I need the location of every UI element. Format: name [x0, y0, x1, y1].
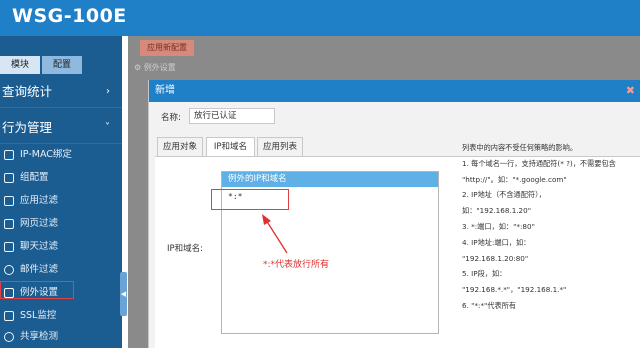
- breadcrumb: ⚙ 例外设置: [134, 63, 176, 72]
- chevron-down-icon: ˅: [105, 122, 110, 133]
- menu-section-label: 查询统计: [2, 84, 53, 99]
- sidebar-item-group-config[interactable]: 组配置: [0, 167, 122, 189]
- tab-modules[interactable]: 模块: [0, 56, 40, 74]
- sidebar-item-mail-filter[interactable]: 邮件过滤: [0, 259, 122, 281]
- sidebar-item-label: SSL监控: [20, 310, 57, 321]
- menu-section-query-stats[interactable]: 查询统计 ›: [0, 76, 122, 108]
- help-line: 5. IP段，如：: [462, 269, 507, 279]
- dialog-title: 新增: [155, 85, 175, 96]
- sidebar-item-chat-filter[interactable]: 聊天过滤: [0, 236, 122, 258]
- help-line: 6. "*:*"代表所有: [462, 300, 517, 310]
- help-line: 3. *:端口，如："*:80": [462, 221, 535, 231]
- share-icon: [4, 332, 14, 342]
- at-icon: [4, 265, 14, 275]
- help-line: 2. IP地址（不含通配符），: [462, 190, 546, 200]
- apply-config-button[interactable]: 应用新配置: [140, 40, 194, 56]
- menu-section-label: 行为管理: [2, 120, 53, 135]
- help-line: 4. IP地址:端口，如：: [462, 237, 531, 247]
- sidebar: 模块 配置 查询统计 › 行为管理 ˅ IP-MAC绑定 组配置 应用过滤 网页…: [0, 36, 122, 348]
- tab-apply-target[interactable]: 应用对象: [157, 137, 203, 157]
- filter-icon: [4, 196, 14, 206]
- dialog-title-bar: 新增 ✖: [149, 80, 640, 102]
- sidebar-item-label: 组配置: [20, 172, 49, 183]
- shield-icon: [4, 150, 14, 160]
- tab-config[interactable]: 配置: [42, 56, 82, 74]
- annotation-box: [211, 189, 289, 210]
- sidebar-collapse-handle[interactable]: ◀: [120, 272, 127, 316]
- tab-app-list[interactable]: 应用列表: [257, 137, 303, 157]
- sidebar-item-label: 共享检测: [20, 331, 59, 342]
- sidebar-item-label: 网页过滤: [20, 218, 59, 229]
- tab-ip-domain[interactable]: IP和域名: [206, 137, 255, 157]
- help-line: 列表中的内容不受任何策略的影响。: [462, 143, 578, 152]
- sidebar-item-label: 聊天过滤: [20, 241, 59, 252]
- help-text: 列表中的内容不受任何策略的影响。 1. 每个域名一行，支持通配符(* ?)，不需…: [462, 140, 640, 314]
- help-line: "192.168.1.20:80": [462, 253, 529, 263]
- add-dialog: 新增 ✖ 名称: 放行已认证 应用对象 IP和域名 应用列表 IP和域名: 例外…: [148, 80, 640, 348]
- ip-box-title: 例外的IP和域名: [222, 172, 438, 187]
- sidebar-item-app-filter[interactable]: 应用过滤: [0, 190, 122, 212]
- ip-domain-label: IP和域名:: [167, 244, 203, 254]
- chat-icon: [4, 242, 14, 252]
- document-icon: [4, 219, 14, 229]
- sidebar-item-label: 邮件过滤: [20, 264, 59, 275]
- breadcrumb-label: 例外设置: [143, 63, 176, 72]
- help-line: 1. 每个域名一行，支持通配符(* ?)，不需要包含: [462, 158, 616, 168]
- chevron-right-icon: ›: [106, 86, 110, 97]
- lock-icon: [4, 311, 14, 321]
- sidebar-item-share-detect[interactable]: 共享检测: [0, 326, 122, 348]
- annotation-note: *:*代表放行所有: [263, 260, 330, 270]
- name-label: 名称:: [161, 113, 181, 123]
- top-bar: WSG-100E: [0, 0, 640, 36]
- help-line: "192.168.*.*"，"192.168.1.*": [462, 285, 567, 295]
- name-field[interactable]: 放行已认证: [189, 108, 275, 124]
- sidebar-item-web-filter[interactable]: 网页过滤: [0, 213, 122, 235]
- help-line: "http://"。如："*.google.com": [462, 174, 567, 184]
- menu-section-behavior-mgmt[interactable]: 行为管理 ˅: [0, 112, 122, 144]
- help-line: 如："192.168.1.20": [462, 206, 531, 216]
- sidebar-item-label: IP-MAC绑定: [20, 149, 72, 160]
- sidebar-item-label: 应用过滤: [20, 195, 59, 206]
- group-icon: [4, 173, 14, 183]
- sidebar-item-ip-mac[interactable]: IP-MAC绑定: [0, 144, 122, 166]
- close-icon[interactable]: ✖: [626, 83, 635, 99]
- highlight-box: [0, 281, 74, 299]
- sidebar-item-ssl-monitor[interactable]: SSL监控: [0, 305, 122, 327]
- brand-title: WSG-100E: [12, 5, 127, 27]
